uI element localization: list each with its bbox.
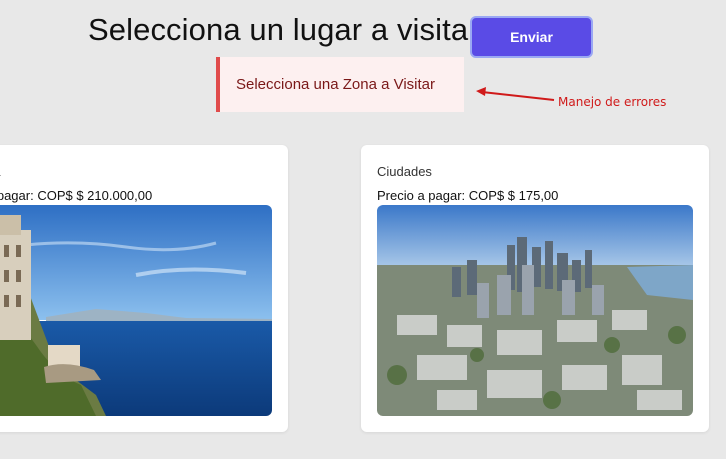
place-card[interactable]: Ciudades Precio a pagar: COP$ $ 175,00 <box>361 145 709 432</box>
annotation-label: Manejo de errores <box>558 95 667 109</box>
page-title: Selecciona un lugar a visitar <box>88 12 479 47</box>
card-price: Precio a pagar: COP$ $ 175,00 <box>377 188 559 203</box>
card-price: a pagar: COP$ $ 210.000,00 <box>0 188 153 203</box>
coastal-cliff-building-photo <box>0 205 272 416</box>
card-category: Ciudades <box>377 164 432 179</box>
place-card[interactable]: na a pagar: COP$ $ 210.000,00 <box>0 145 288 432</box>
submit-button[interactable]: Enviar <box>470 16 593 58</box>
annotation-arrow-icon <box>476 87 555 101</box>
error-message: Selecciona una Zona a Visitar <box>236 76 436 93</box>
city-skyline-aerial-photo <box>377 205 693 416</box>
error-alert: Selecciona una Zona a Visitar <box>216 57 464 112</box>
